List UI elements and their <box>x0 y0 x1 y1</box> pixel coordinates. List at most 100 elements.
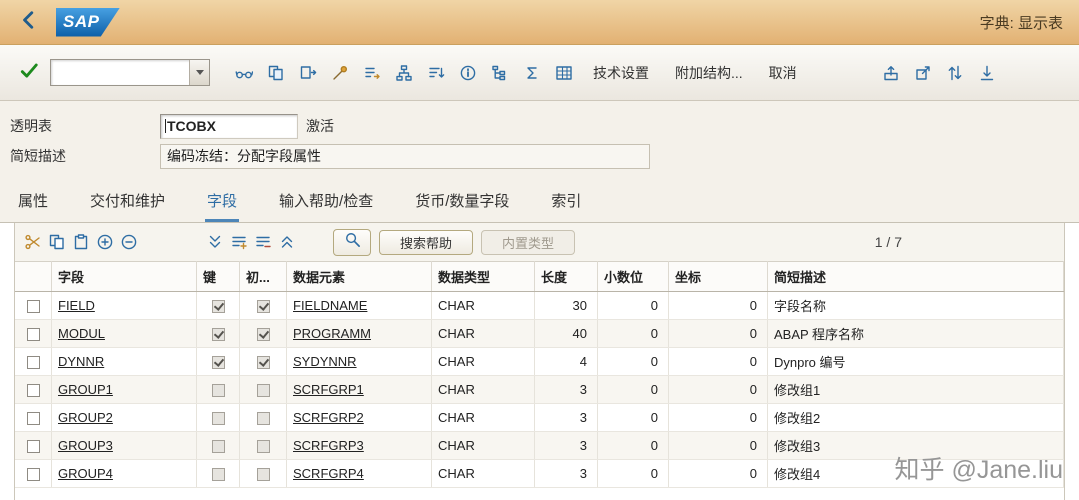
table-header-row: 字段键初... 数据元素 数据类型 长度 小数位 坐标 简短描述 <box>15 261 1064 292</box>
copy-icon[interactable] <box>45 229 69 255</box>
transport-icon[interactable] <box>292 58 324 88</box>
tree-icon[interactable] <box>484 58 516 88</box>
grid-icon[interactable] <box>548 58 580 88</box>
field-link[interactable]: GROUP4 <box>58 466 113 481</box>
field-cell: MODUL <box>51 319 197 348</box>
field-link[interactable]: GROUP3 <box>58 438 113 453</box>
swap-icon[interactable] <box>939 58 971 88</box>
field-link[interactable]: DYNNR <box>58 354 104 369</box>
clipboard-icon-group <box>21 229 141 255</box>
data-element-link[interactable]: SCRFGRP4 <box>293 466 364 481</box>
combo-dropdown-button[interactable] <box>189 60 209 85</box>
add-icon[interactable] <box>93 229 117 255</box>
command-input[interactable] <box>51 60 189 85</box>
description-cell: 字段名称 <box>767 291 1064 320</box>
sort-icon[interactable] <box>420 58 452 88</box>
data-element-link[interactable]: PROGRAMM <box>293 326 371 341</box>
back-icon <box>19 9 39 36</box>
column-header-3: 数据元素 <box>286 261 432 292</box>
field-link[interactable]: GROUP2 <box>58 410 113 425</box>
tab-attributes[interactable]: 属性 <box>16 181 50 222</box>
field-link[interactable]: FIELD <box>58 298 95 313</box>
data-element-link[interactable]: SCRFGRP3 <box>293 438 364 453</box>
search-button[interactable] <box>333 228 371 256</box>
short-description-label: 简短描述 <box>10 148 66 164</box>
back-button[interactable] <box>16 8 42 36</box>
data-element-link[interactable]: FIELDNAME <box>293 298 367 313</box>
row-select-cell <box>15 347 52 376</box>
table-row: GROUP2 SCRFGRP2 CHAR 3 0 0 修改组2 <box>15 403 1064 432</box>
activation-status: 激活 <box>306 118 334 134</box>
description-cell: ABAP 程序名称 <box>767 319 1064 348</box>
data-element-cell: SYDYNNR <box>286 347 432 376</box>
initial-checkbox <box>256 412 270 426</box>
hierarchy-icon[interactable] <box>388 58 420 88</box>
copy-object-icon[interactable] <box>260 58 292 88</box>
search-help-button[interactable]: 搜索帮助 <box>379 229 474 255</box>
row-pagination: 1 / 7 <box>874 234 902 250</box>
delete-row-icon[interactable] <box>251 229 275 255</box>
remove-icon[interactable] <box>117 229 141 255</box>
initial-cell <box>239 375 287 404</box>
page-down-icon[interactable] <box>203 229 227 255</box>
row-select-checkbox[interactable] <box>26 440 40 454</box>
initial-checkbox <box>256 356 270 370</box>
glasses-icon[interactable] <box>228 58 260 88</box>
data-type-cell: CHAR <box>431 431 535 460</box>
tab-delivery-maintenance[interactable]: 交付和维护 <box>88 181 167 222</box>
export-icon[interactable] <box>875 58 907 88</box>
toolbar-buttons: 技术设置 附加结构... 取消 <box>580 59 810 87</box>
field-cell: FIELD <box>51 291 197 320</box>
enter-button[interactable] <box>14 58 44 88</box>
short-description-field[interactable]: 编码冻结：分配字段属性 <box>160 143 650 169</box>
paste-icon[interactable] <box>69 229 93 255</box>
key-cell <box>196 375 240 404</box>
description-cell: 修改组1 <box>767 375 1064 404</box>
row-select-checkbox[interactable] <box>26 328 40 342</box>
search-icon <box>344 231 361 253</box>
table-toolbar: 搜索帮助 内置类型 1 / 7 <box>15 223 1064 261</box>
table-name-field[interactable]: TCOBX <box>160 113 298 139</box>
tab-fields[interactable]: 字段 <box>205 181 239 222</box>
row-select-checkbox[interactable] <box>26 412 40 426</box>
tab-currency-quantity[interactable]: 货币/数量字段 <box>413 181 511 222</box>
open-in-new-icon[interactable] <box>907 58 939 88</box>
row-select-checkbox[interactable] <box>26 384 40 398</box>
tab-input-help-check[interactable]: 输入帮助/检查 <box>277 181 375 222</box>
coordinate-cell: 0 <box>668 403 768 432</box>
activate-icon[interactable] <box>324 58 356 88</box>
field-link[interactable]: GROUP1 <box>58 382 113 397</box>
tab-indexes[interactable]: 索引 <box>549 181 583 222</box>
length-cell: 30 <box>534 291 598 320</box>
sap-logo-text: SAP <box>63 12 100 31</box>
builtin-type-button: 内置类型 <box>481 229 576 255</box>
data-element-link[interactable]: SYDYNNR <box>293 354 357 369</box>
data-element-link[interactable]: SCRFGRP1 <box>293 382 364 397</box>
insert-row-icon[interactable] <box>227 229 251 255</box>
initial-checkbox <box>256 468 270 482</box>
length-cell: 3 <box>534 459 598 488</box>
download-icon[interactable] <box>971 58 1003 88</box>
watermark: 知乎 @Jane.liu <box>894 456 1064 484</box>
field-cell: GROUP4 <box>51 459 197 488</box>
key-checkbox <box>211 328 225 342</box>
check-icon <box>19 60 39 85</box>
tech-settings-button[interactable]: 技术设置 <box>583 59 659 87</box>
row-select-checkbox[interactable] <box>26 356 40 370</box>
append-structure-button[interactable]: 附加结构... <box>665 59 753 87</box>
data-element-link[interactable]: SCRFGRP2 <box>293 410 364 425</box>
where-used-icon[interactable] <box>356 58 388 88</box>
cancel-button[interactable]: 取消 <box>759 59 807 87</box>
field-link[interactable]: MODUL <box>58 326 105 341</box>
info-icon[interactable] <box>452 58 484 88</box>
sum-icon[interactable] <box>516 58 548 88</box>
description-cell: 修改组2 <box>767 403 1064 432</box>
decimals-cell: 0 <box>597 291 669 320</box>
length-cell: 3 <box>534 403 598 432</box>
page-up-icon[interactable] <box>275 229 299 255</box>
scissors-icon[interactable] <box>21 229 45 255</box>
data-type-cell: CHAR <box>431 375 535 404</box>
initial-cell <box>239 347 287 376</box>
row-select-checkbox[interactable] <box>26 300 40 314</box>
row-select-checkbox[interactable] <box>26 468 40 482</box>
